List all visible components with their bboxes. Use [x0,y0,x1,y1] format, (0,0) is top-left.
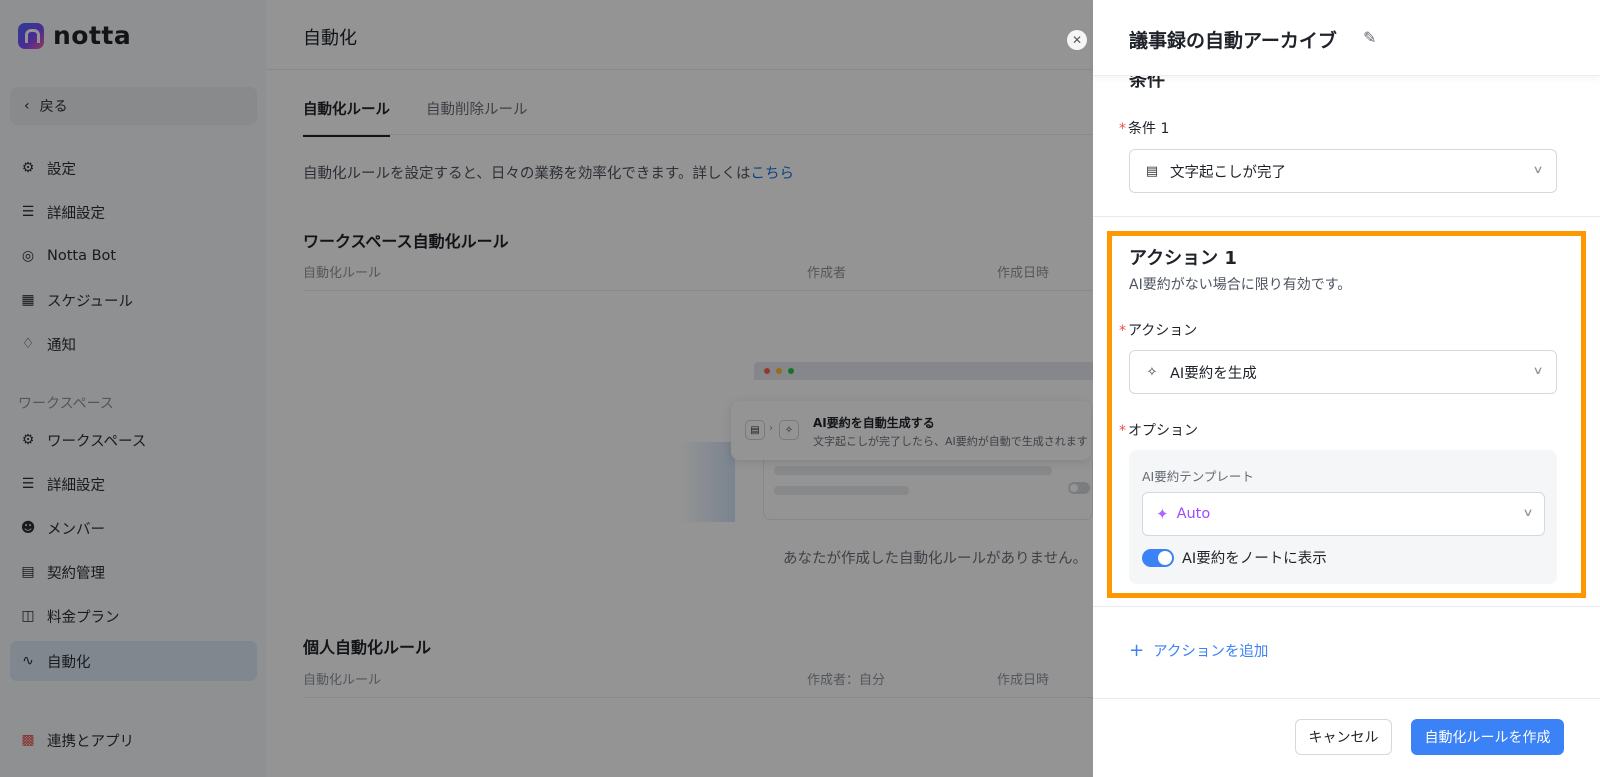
template-select[interactable]: ✦ Auto ∨ [1142,492,1545,536]
chevron-down-icon: ∨ [1522,506,1534,519]
drawer-header: 議事録の自動アーカイブ ✎ [1093,0,1600,76]
action-select[interactable]: ✧ AI要約を生成 ∨ [1129,350,1557,394]
cancel-button[interactable]: キャンセル [1295,719,1392,755]
template-label: AI要約テンプレート [1142,469,1254,484]
chevron-down-icon: ∨ [1532,163,1544,176]
drawer-footer: キャンセル 自動化ルールを作成 [1093,698,1600,777]
options-label-text: オプション [1128,423,1198,439]
plus-icon: + [1129,639,1145,661]
action-title: アクション 1 [1129,248,1237,269]
automation-rule-drawer: 議事録の自動アーカイブ ✎ 条件 * 条件 1 ▤ 文字起こしが完了 ∨ アクショ… [1093,0,1600,777]
condition-select[interactable]: ▤ 文字起こしが完了 ∨ [1129,149,1557,193]
template-value: Auto [1176,506,1211,522]
action-label: * アクション [1119,320,1197,340]
condition-label: * 条件 1 [1119,118,1169,138]
drawer-title: 議事録の自動アーカイブ [1129,30,1337,52]
condition-value: 文字起こしが完了 [1170,164,1286,181]
modal-backdrop[interactable] [0,0,1093,777]
ai-summary-icon: ✧ [1146,364,1158,380]
options-label: * オプション [1119,420,1198,440]
action-value: AI要約を生成 [1170,365,1257,382]
transcript-icon: ▤ [1145,163,1159,179]
show-summary-toggle[interactable] [1142,548,1174,567]
edit-pencil-icon[interactable]: ✎ [1363,28,1376,47]
action-label-text: アクション [1128,323,1198,339]
required-marker: * [1119,323,1126,339]
show-summary-toggle-row: AI要約をノートに表示 [1142,547,1327,568]
add-action-button[interactable]: + アクションを追加 [1129,640,1268,661]
required-marker: * [1119,423,1126,439]
required-marker: * [1119,121,1126,137]
section-divider [1093,606,1600,607]
create-rule-button[interactable]: 自動化ルールを作成 [1411,719,1564,755]
action-subtitle: AI要約がない場合に限り有効です。 [1129,277,1352,293]
options-panel: AI要約テンプレート ✦ Auto ∨ AI要約をノートに表示 [1129,450,1557,584]
toggle-label: AI要約をノートに表示 [1182,551,1327,567]
add-action-label: アクションを追加 [1153,644,1269,660]
sparkle-icon: ✦ [1156,505,1169,523]
condition-label-text: 条件 1 [1128,121,1170,137]
close-icon[interactable]: ✕ [1067,30,1087,50]
section-divider [1093,216,1600,217]
chevron-down-icon: ∨ [1532,364,1544,377]
